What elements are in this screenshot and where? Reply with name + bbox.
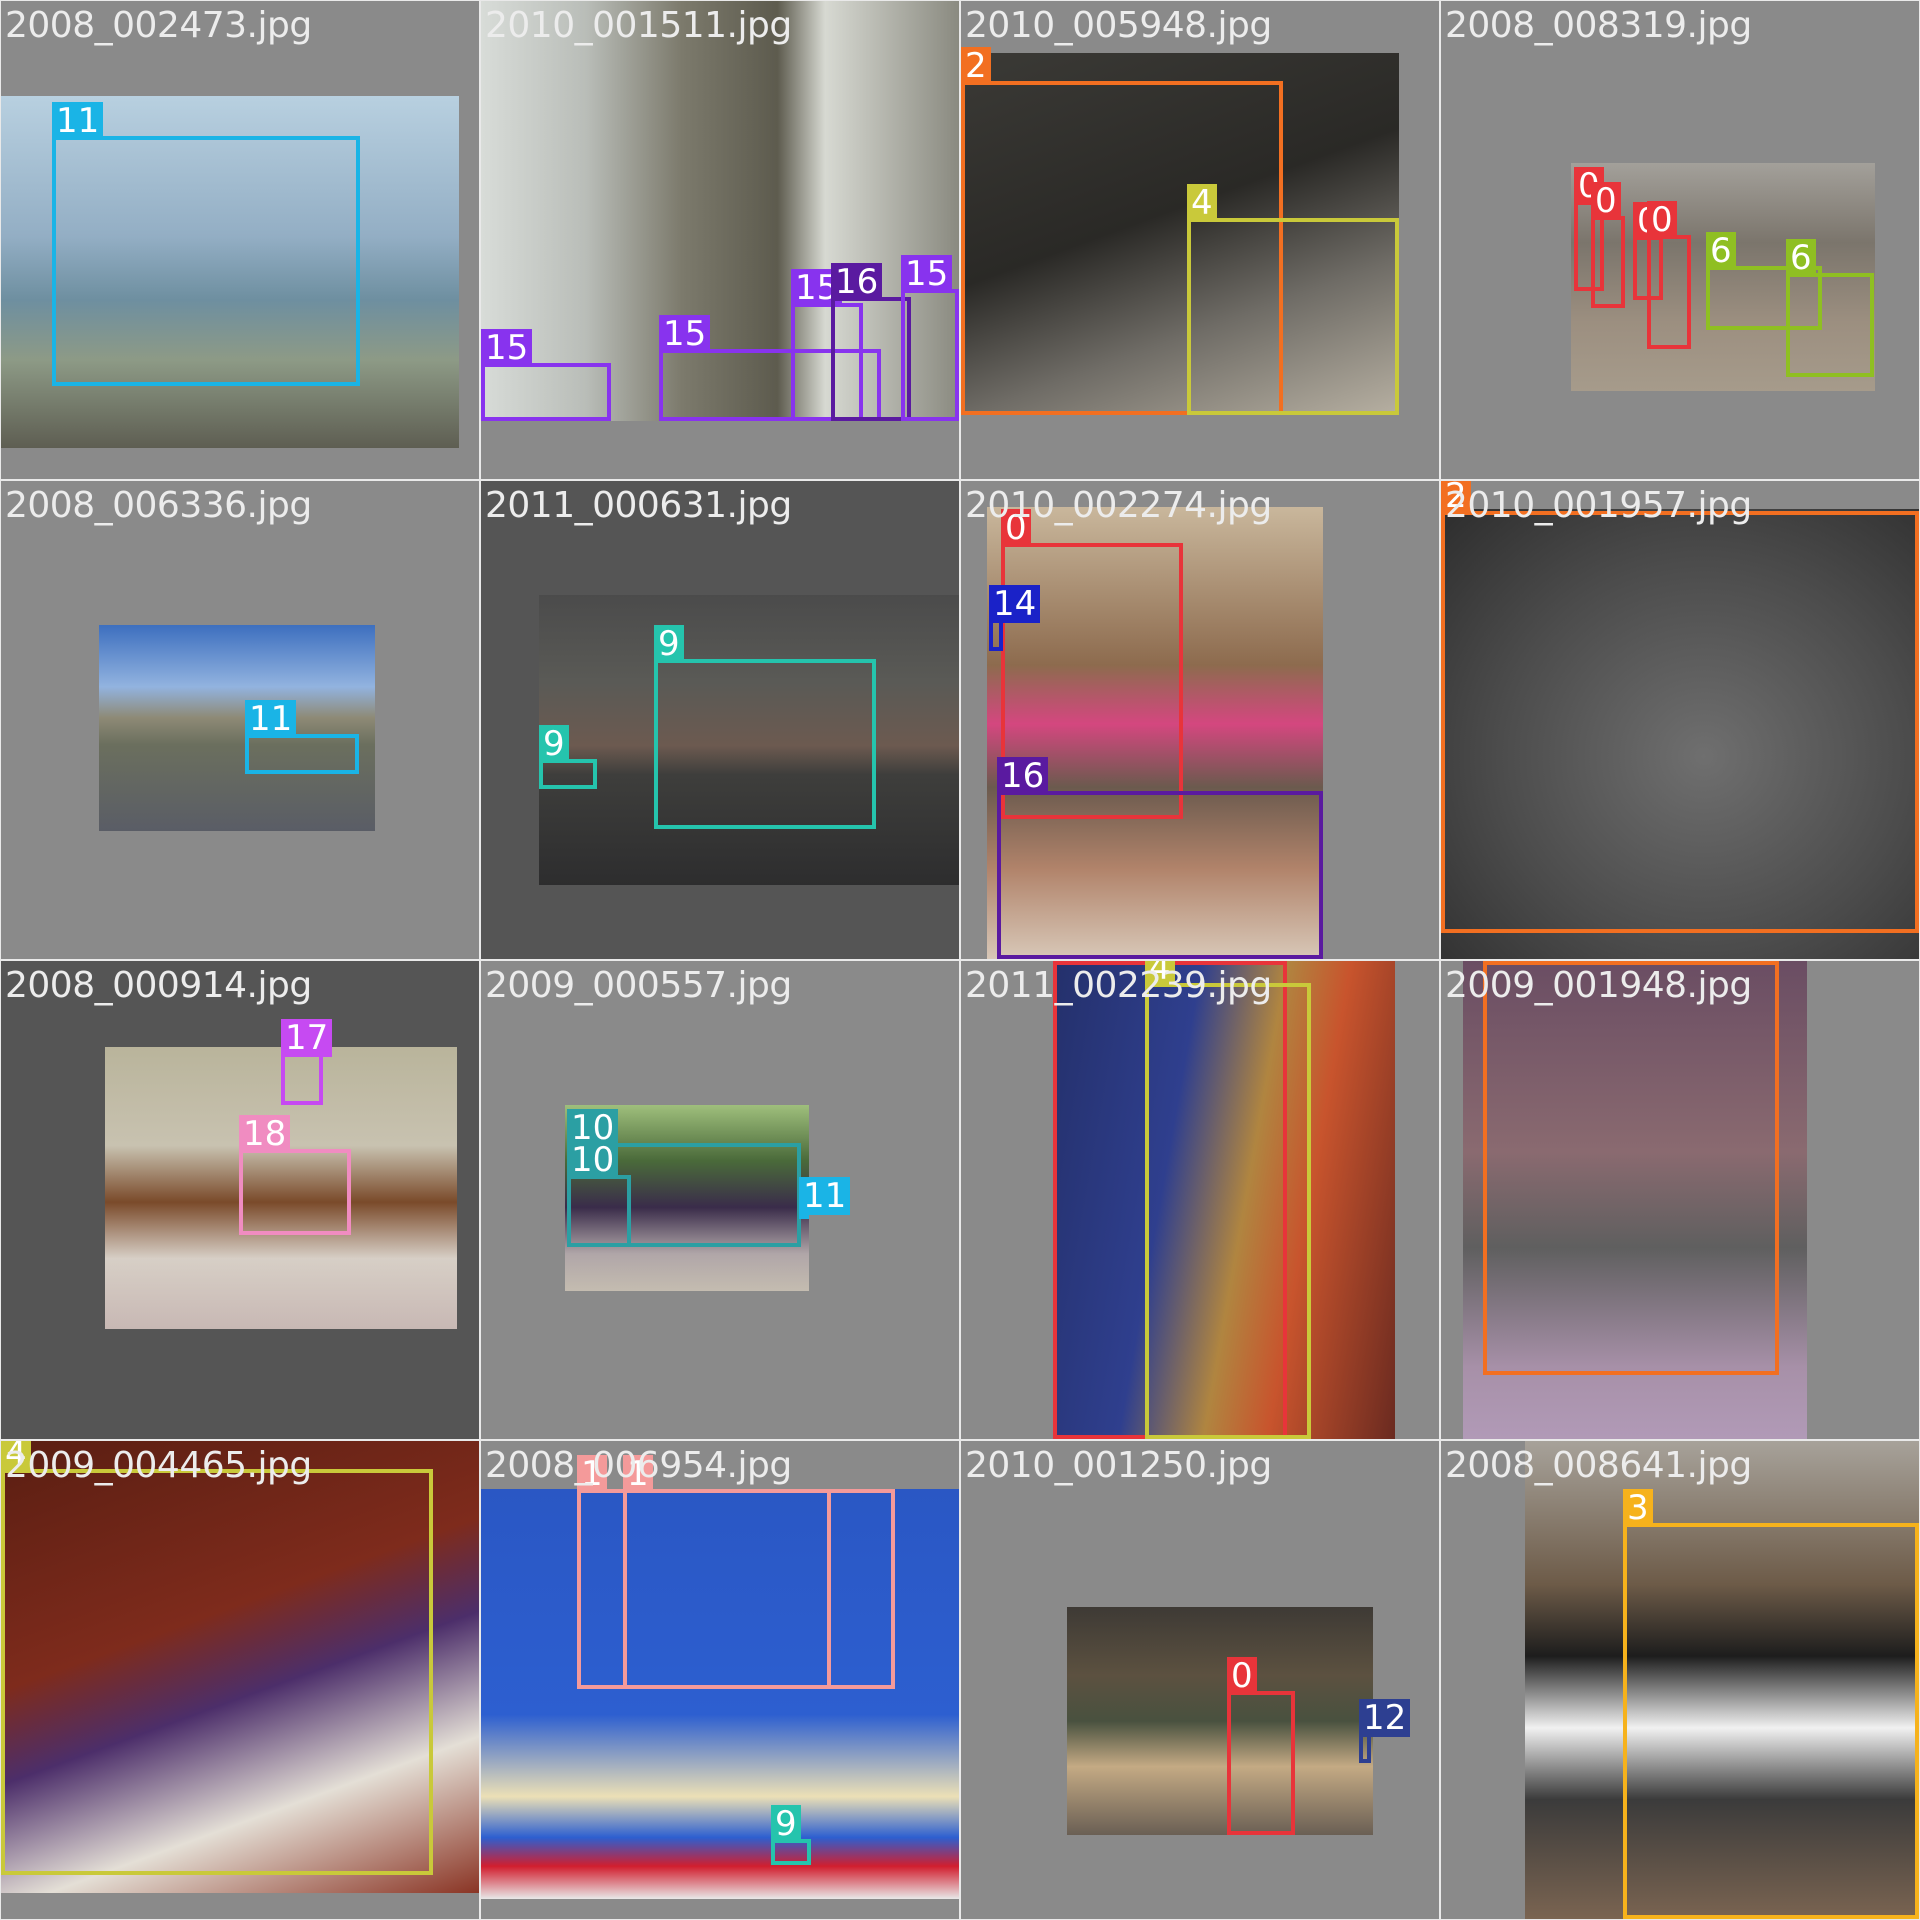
- bounding-box: 3: [1623, 1489, 1919, 1919]
- filename-label: 2011_000631.jpg: [485, 485, 792, 526]
- grid-cell: 2008_008319.jpg 0 0 0 0 6 6: [1441, 1, 1919, 479]
- class-label: 15: [901, 255, 953, 293]
- filename-label: 2009_000557.jpg: [485, 965, 792, 1006]
- bounding-box: 16: [997, 757, 1323, 959]
- grid-cell: 2009_001948.jpg 2: [1441, 961, 1919, 1439]
- class-label: 14: [989, 585, 1041, 623]
- bounding-box: 4: [1145, 961, 1311, 1439]
- photo: [99, 625, 375, 831]
- class-label: 3: [1623, 1489, 1653, 1527]
- class-label: 0: [1227, 1657, 1257, 1695]
- grid-cell: 2009_004465.jpg 4: [1, 1441, 479, 1919]
- bounding-box: 1: [623, 1455, 895, 1689]
- bounding-box: 11: [52, 102, 360, 386]
- class-label: 0: [1647, 201, 1677, 239]
- bounding-box: 10: [567, 1141, 631, 1247]
- class-label: 11: [52, 102, 104, 140]
- bounding-box: 0: [1227, 1657, 1295, 1835]
- bounding-box: 2: [1483, 961, 1779, 1375]
- grid-cell: 2010_001250.jpg 0 12: [961, 1441, 1439, 1919]
- class-label: 6: [1706, 232, 1736, 270]
- class-label: 0: [1591, 182, 1621, 220]
- photo: [1067, 1607, 1373, 1835]
- bounding-box: 9: [654, 625, 876, 829]
- bounding-box: 16: [831, 263, 911, 421]
- class-label: 2: [961, 47, 991, 85]
- filename-label: 2010_001250.jpg: [965, 1445, 1272, 1486]
- bounding-box: 17: [281, 1019, 333, 1105]
- image-grid: 2008_002473.jpg 11 2010_001511.jpg 15 15…: [0, 0, 1920, 1920]
- class-label: 10: [567, 1141, 619, 1179]
- filename-label: 2010_001511.jpg: [485, 5, 792, 46]
- grid-cell: 2008_008641.jpg 3: [1441, 1441, 1919, 1919]
- bounding-box: 9: [771, 1805, 811, 1865]
- bounding-box: 18: [239, 1115, 351, 1235]
- bounding-box: 12: [1359, 1699, 1411, 1763]
- bounding-box: 4: [1187, 184, 1399, 415]
- filename-label: 2010_005948.jpg: [965, 5, 1272, 46]
- filename-label: 2010_001957.jpg: [1445, 485, 1752, 526]
- filename-label: 2009_004465.jpg: [5, 1445, 312, 1486]
- class-label: 17: [281, 1019, 333, 1057]
- grid-cell: 2010_001957.jpg 2: [1441, 481, 1919, 959]
- grid-cell: 2009_000557.jpg 10 10 11: [481, 961, 959, 1439]
- bounding-box: 11: [799, 1177, 851, 1219]
- class-label: 6: [1786, 239, 1816, 277]
- class-label: 16: [831, 263, 883, 301]
- filename-label: 2008_006336.jpg: [5, 485, 312, 526]
- class-label: 16: [997, 757, 1049, 795]
- bounding-box: 14: [989, 585, 1041, 651]
- grid-cell: 2008_000914.jpg 17 18: [1, 961, 479, 1439]
- class-label: 15: [659, 315, 711, 353]
- grid-cell: 2008_006336.jpg 11: [1, 481, 479, 959]
- bounding-box: 15: [481, 329, 611, 421]
- filename-label: 2011_002239.jpg: [965, 965, 1272, 1006]
- class-label: 18: [239, 1115, 291, 1153]
- bounding-box: 4: [1, 1441, 433, 1875]
- filename-label: 2009_001948.jpg: [1445, 965, 1752, 1006]
- filename-label: 2008_008641.jpg: [1445, 1445, 1752, 1486]
- bounding-box: 15: [901, 255, 959, 421]
- bounding-box: 11: [245, 700, 359, 774]
- class-label: 9: [771, 1805, 801, 1843]
- bounding-box: 9: [539, 725, 597, 789]
- filename-label: 2010_002274.jpg: [965, 485, 1272, 526]
- grid-cell: 2010_001511.jpg 15 15 15 16 15: [481, 1, 959, 479]
- grid-cell: 2008_002473.jpg 11: [1, 1, 479, 479]
- bounding-box: 0: [1647, 201, 1691, 349]
- class-label: 9: [539, 725, 569, 763]
- class-label: 9: [654, 625, 684, 663]
- filename-label: 2008_006954.jpg: [485, 1445, 792, 1486]
- bounding-box: 0: [1591, 182, 1625, 308]
- bounding-box: 2: [1441, 481, 1919, 933]
- filename-label: 2008_008319.jpg: [1445, 5, 1752, 46]
- class-label: 12: [1359, 1699, 1411, 1737]
- grid-cell: 2010_005948.jpg 2 4: [961, 1, 1439, 479]
- grid-cell: 2010_002274.jpg 0 14 16: [961, 481, 1439, 959]
- filename-label: 2008_002473.jpg: [5, 5, 312, 46]
- grid-cell: 2008_006954.jpg 1 1 9: [481, 1441, 959, 1919]
- class-label: 11: [245, 700, 297, 738]
- bounding-box: 6: [1786, 239, 1874, 377]
- grid-cell: 2011_002239.jpg 0 4: [961, 961, 1439, 1439]
- filename-label: 2008_000914.jpg: [5, 965, 312, 1006]
- class-label: 11: [799, 1177, 851, 1215]
- class-label: 4: [1187, 184, 1217, 222]
- grid-cell: 2011_000631.jpg 9 9: [481, 481, 959, 959]
- class-label: 15: [481, 329, 533, 367]
